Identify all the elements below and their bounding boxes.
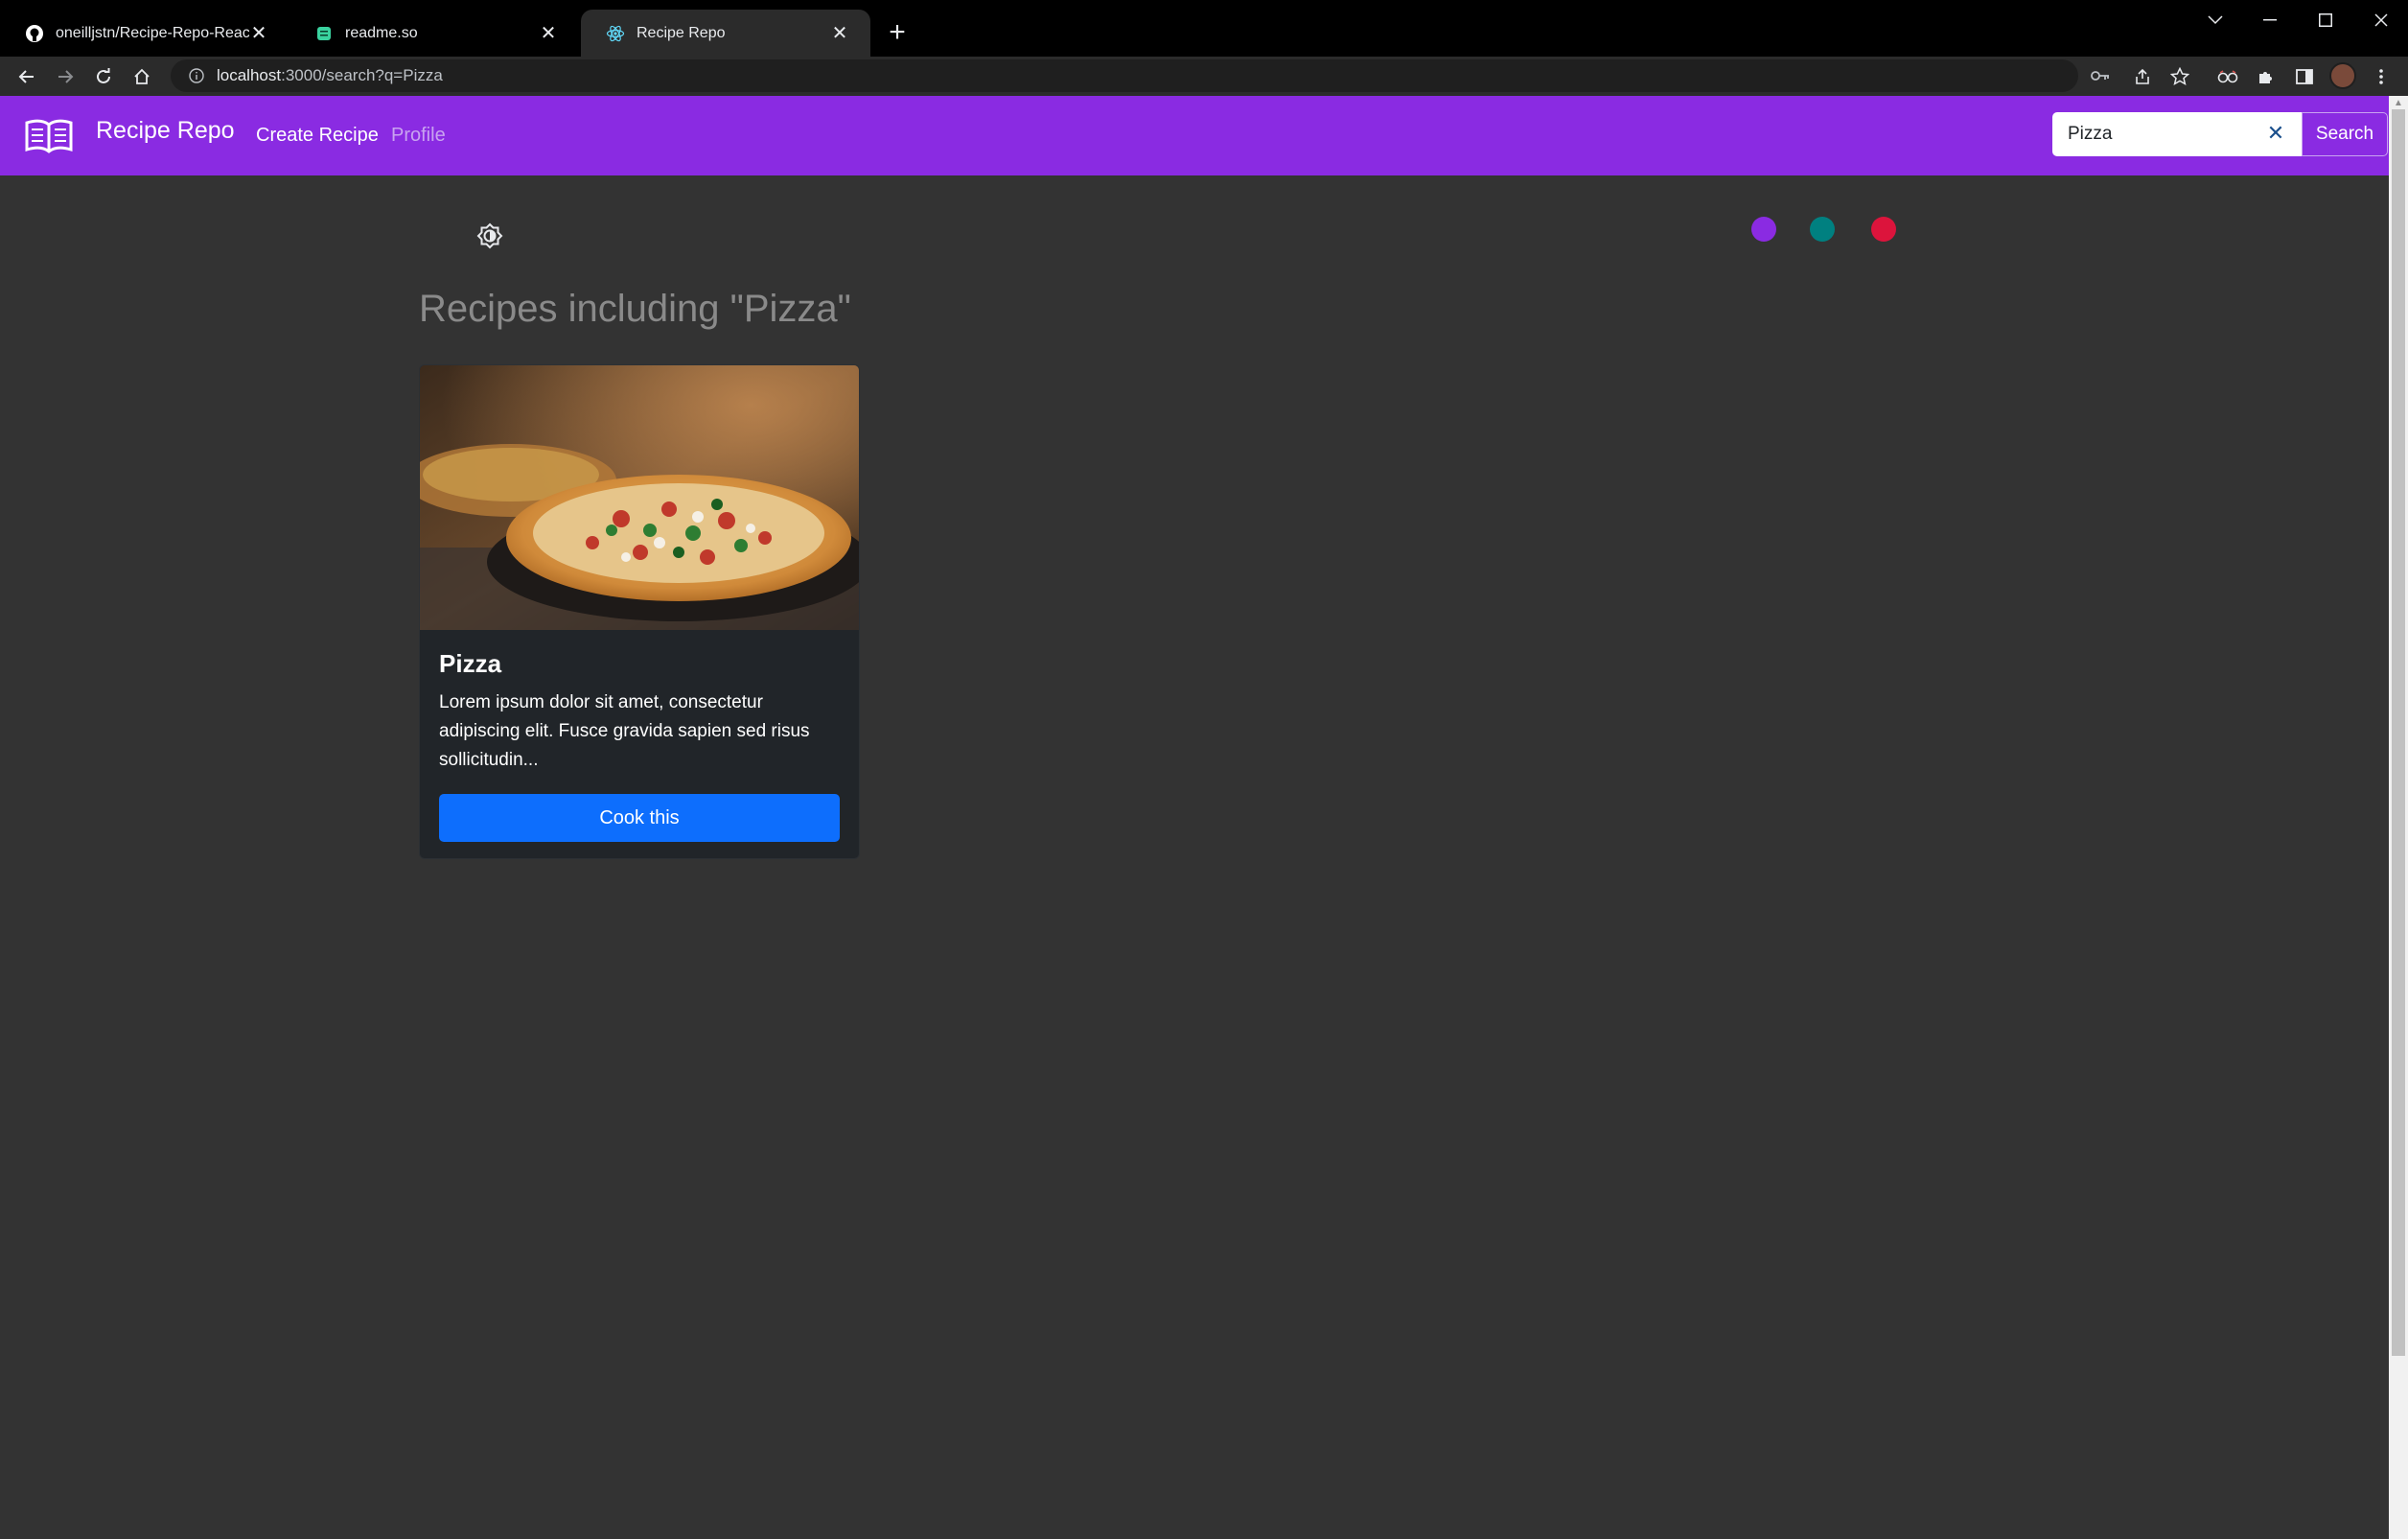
maximize-icon[interactable] (2303, 6, 2349, 35)
share-icon[interactable] (2126, 60, 2159, 93)
close-tab-icon[interactable]: ✕ (830, 23, 849, 44)
close-tab-icon[interactable]: ✕ (249, 23, 268, 44)
nav-create-recipe[interactable]: Create Recipe (256, 125, 379, 147)
minimize-icon[interactable] (2247, 6, 2293, 35)
theme-color-purple[interactable] (1751, 217, 1776, 242)
github-icon (25, 24, 44, 43)
extension-glasses-icon[interactable] (2211, 60, 2244, 93)
tab-github[interactable]: oneilljstn/Recipe-Repo-React ✕ (0, 10, 289, 57)
scroll-up-icon[interactable]: ▲ (2394, 98, 2403, 108)
url-path: :3000/search?q=Pizza (281, 66, 443, 84)
recipe-image-pizza (420, 365, 859, 630)
home-icon[interactable] (126, 60, 158, 93)
cook-this-button[interactable]: Cook this (439, 794, 840, 842)
side-panel-icon[interactable] (2288, 60, 2321, 93)
close-window-icon[interactable] (2358, 6, 2404, 35)
browser-menu-icon[interactable] (2365, 60, 2397, 93)
bookmark-star-icon[interactable] (2164, 60, 2196, 93)
back-icon[interactable] (11, 60, 43, 93)
page-scrollbar[interactable]: ▲ (2389, 96, 2408, 1539)
extensions-puzzle-icon[interactable] (2250, 60, 2282, 93)
recipe-title: Pizza (439, 649, 502, 678)
theme-color-teal[interactable] (1810, 217, 1835, 242)
site-info-icon[interactable] (182, 68, 211, 83)
address-bar[interactable]: localhost:3000/search?q=Pizza (171, 59, 2109, 92)
theme-toggle-icon[interactable] (475, 222, 504, 250)
recipe-card: Pizza Lorem ipsum dolor sit amet, consec… (419, 364, 860, 859)
browser-toolbar: localhost:3000/search?q=Pizza (0, 57, 2408, 96)
url-host: localhost (217, 66, 282, 84)
new-tab-icon[interactable]: + (882, 16, 913, 48)
close-tab-icon[interactable]: ✕ (539, 23, 558, 44)
recipe-description: Lorem ipsum dolor sit amet, consectetur … (439, 692, 810, 770)
browser-tab-strip: oneilljstn/Recipe-Repo-React ✕ readme.so… (0, 0, 2408, 57)
clear-search-icon[interactable]: ✕ (2264, 121, 2287, 145)
tab-readme[interactable]: readme.so ✕ (289, 10, 579, 57)
key-icon[interactable] (2086, 59, 2115, 92)
tab-search-chevron-icon[interactable] (2192, 6, 2238, 35)
tab-title: readme.so (345, 24, 418, 41)
open-book-icon[interactable] (23, 117, 75, 155)
theme-color-red[interactable] (1871, 217, 1896, 242)
scrollbar-thumb[interactable] (2392, 109, 2405, 1356)
nav-profile[interactable]: Profile (391, 125, 446, 147)
tab-title: Recipe Repo (637, 24, 726, 41)
brand-title[interactable]: Recipe Repo (96, 117, 235, 145)
react-icon (606, 24, 625, 43)
readme-icon (314, 24, 334, 43)
search-button[interactable]: Search (2302, 112, 2388, 156)
profile-avatar[interactable] (2329, 62, 2356, 89)
page-title: Recipes including "Pizza" (419, 288, 851, 330)
forward-icon[interactable] (49, 60, 81, 93)
app-navbar: Recipe Repo Create Recipe Profile ✕ Sear… (0, 96, 2389, 175)
url-text: localhost:3000/search?q=Pizza (217, 66, 443, 85)
tab-title: oneilljstn/Recipe-Repo-React (56, 24, 249, 41)
tab-recipe-repo[interactable]: Recipe Repo ✕ (581, 10, 870, 57)
reload-icon[interactable] (87, 60, 120, 93)
